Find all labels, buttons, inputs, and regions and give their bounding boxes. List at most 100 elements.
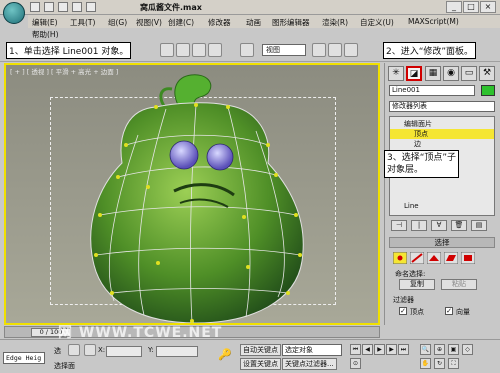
vertex-point[interactable] [156, 261, 160, 265]
perspective-viewport[interactable]: [ + ] [ 透视 ] [ 平滑 + 高光 + 边面 ] [4, 63, 380, 325]
vertex-point[interactable] [294, 213, 298, 217]
vertex-point[interactable] [298, 253, 302, 257]
filter-vertex-checkbox[interactable]: ✓ [399, 307, 407, 315]
vertex-point[interactable] [266, 143, 270, 147]
key-filters-button[interactable]: 关键点过滤器... [282, 358, 337, 370]
menu-modifiers[interactable]: 修改器 [208, 17, 231, 28]
vertex-point[interactable] [124, 143, 128, 147]
copy-button[interactable]: 复制 [399, 279, 435, 290]
element-subobject-icon[interactable] [461, 252, 475, 264]
selection-lock-icon[interactable] [68, 344, 80, 356]
redo-icon[interactable] [86, 2, 96, 12]
menu-create[interactable]: 创建(C) [168, 17, 194, 28]
maximize-button[interactable]: □ [463, 1, 479, 13]
menu-tools[interactable]: 工具(T) [70, 17, 95, 28]
zoom-all-icon[interactable]: ⊕ [434, 344, 445, 355]
key-mode-icon[interactable]: ⊙ [350, 358, 361, 369]
field-of-view-icon[interactable]: ◇ [462, 344, 473, 355]
vertex-point[interactable] [154, 105, 158, 109]
maximize-viewport-icon[interactable]: ⛶ [448, 358, 459, 369]
vertex-point[interactable] [94, 253, 98, 257]
vertex-point[interactable] [146, 185, 150, 189]
vertex-point[interactable] [194, 103, 198, 107]
stack-item-vertex[interactable]: 顶点 [390, 129, 494, 139]
display-tab-icon[interactable]: ▭ [461, 66, 477, 81]
snap-icon[interactable] [328, 43, 342, 57]
utilities-tab-icon[interactable]: ⚒ [479, 66, 495, 81]
object-color-swatch[interactable] [481, 85, 495, 96]
patch-subobject-icon[interactable] [444, 252, 458, 264]
vertex-point[interactable] [286, 291, 290, 295]
vertex-point[interactable] [274, 173, 278, 177]
motion-tab-icon[interactable]: ◉ [443, 66, 459, 81]
reference-coordinate-select[interactable]: 视图 [262, 44, 306, 56]
key-icon[interactable]: 🔑 [218, 349, 234, 362]
save-icon[interactable] [58, 2, 68, 12]
select-rotate-icon[interactable] [192, 43, 206, 57]
goto-start-icon[interactable]: ⏮ [350, 344, 361, 355]
paste-button[interactable]: 粘贴 [441, 279, 477, 290]
filter-vector-checkbox[interactable]: ✓ [445, 307, 453, 315]
app-logo-icon[interactable] [3, 2, 25, 24]
create-tab-icon[interactable]: ✳ [388, 66, 404, 81]
menu-customize[interactable]: 自定义(U) [360, 17, 394, 28]
stack-item-edit-patch[interactable]: 编辑面片 [390, 119, 494, 129]
new-file-icon[interactable] [30, 2, 40, 12]
angle-snap-icon[interactable] [344, 43, 358, 57]
undo-icon[interactable] [72, 2, 82, 12]
set-key-button[interactable]: 设置关键点 [240, 358, 281, 370]
x-coordinate-field[interactable] [106, 346, 142, 357]
zoom-extents-icon[interactable]: ▣ [448, 344, 459, 355]
menu-bar: 编辑(E) 工具(T) 组(G) 视图(V) 创建(C) 修改器 动画 图形编辑… [28, 15, 500, 28]
squash-model[interactable] [6, 65, 380, 325]
menu-group[interactable]: 组(G) [108, 17, 127, 28]
vertex-point[interactable] [246, 265, 250, 269]
handle-subobject-icon[interactable] [410, 252, 424, 264]
make-unique-icon[interactable]: ∀ [431, 220, 447, 231]
select-region-icon[interactable] [160, 43, 174, 57]
open-file-icon[interactable] [44, 2, 54, 12]
vertex-point[interactable] [226, 105, 230, 109]
vertex-point[interactable] [110, 291, 114, 295]
orbit-icon[interactable]: ↻ [434, 358, 445, 369]
vertex-point[interactable] [242, 215, 246, 219]
pan-icon[interactable]: ✋ [420, 358, 431, 369]
select-scale-icon[interactable] [208, 43, 222, 57]
modify-tab-icon[interactable]: ◪ [406, 66, 422, 81]
menu-graph-editors[interactable]: 图形编辑器 [272, 17, 310, 28]
modifier-list-dropdown[interactable]: 修改器列表 [389, 101, 495, 112]
maxscript-listener-field[interactable]: Edge Heig [3, 352, 45, 364]
minimize-button[interactable]: _ [446, 1, 462, 13]
vertex-point[interactable] [116, 175, 120, 179]
select-move-icon[interactable] [176, 43, 190, 57]
stack-item-line[interactable]: Line [390, 201, 494, 211]
y-coordinate-field[interactable] [156, 346, 198, 357]
pin-stack-icon[interactable]: ⊣ [391, 220, 407, 231]
menu-edit[interactable]: 编辑(E) [32, 17, 58, 28]
configure-sets-icon[interactable]: ▤ [471, 220, 487, 231]
edge-subobject-icon[interactable] [427, 252, 441, 264]
play-icon[interactable]: ▶ [374, 344, 385, 355]
goto-end-icon[interactable]: ⏭ [398, 344, 409, 355]
vertex-point[interactable] [98, 213, 102, 217]
menu-views[interactable]: 视图(V) [136, 17, 162, 28]
pivot-center-icon[interactable] [312, 43, 326, 57]
absolute-mode-icon[interactable] [84, 344, 96, 356]
stack-item-edge[interactable]: 边 [390, 139, 494, 149]
menu-rendering[interactable]: 渲染(R) [322, 17, 348, 28]
show-end-result-icon[interactable]: | [411, 220, 427, 231]
menu-maxscript[interactable]: MAXScript(M) [408, 17, 459, 26]
selection-rollout-header[interactable]: 选择 [389, 237, 495, 248]
vertex-subobject-icon[interactable] [393, 252, 407, 264]
selected-objects-dropdown[interactable]: 选定对象 [282, 344, 342, 356]
remove-modifier-icon[interactable]: 🗑 [451, 220, 467, 231]
zoom-icon[interactable]: 🔍 [420, 344, 431, 355]
close-button[interactable]: × [480, 1, 496, 13]
object-name-field[interactable]: Line001 [389, 85, 475, 96]
prev-frame-icon[interactable]: ◀ [362, 344, 373, 355]
menu-animation[interactable]: 动画 [246, 17, 261, 28]
hierarchy-tab-icon[interactable]: ▦ [425, 66, 441, 81]
auto-key-button[interactable]: 自动关键点 [240, 344, 281, 356]
next-frame-icon[interactable]: ▶ [386, 344, 397, 355]
reference-coord-icon[interactable] [240, 43, 254, 57]
